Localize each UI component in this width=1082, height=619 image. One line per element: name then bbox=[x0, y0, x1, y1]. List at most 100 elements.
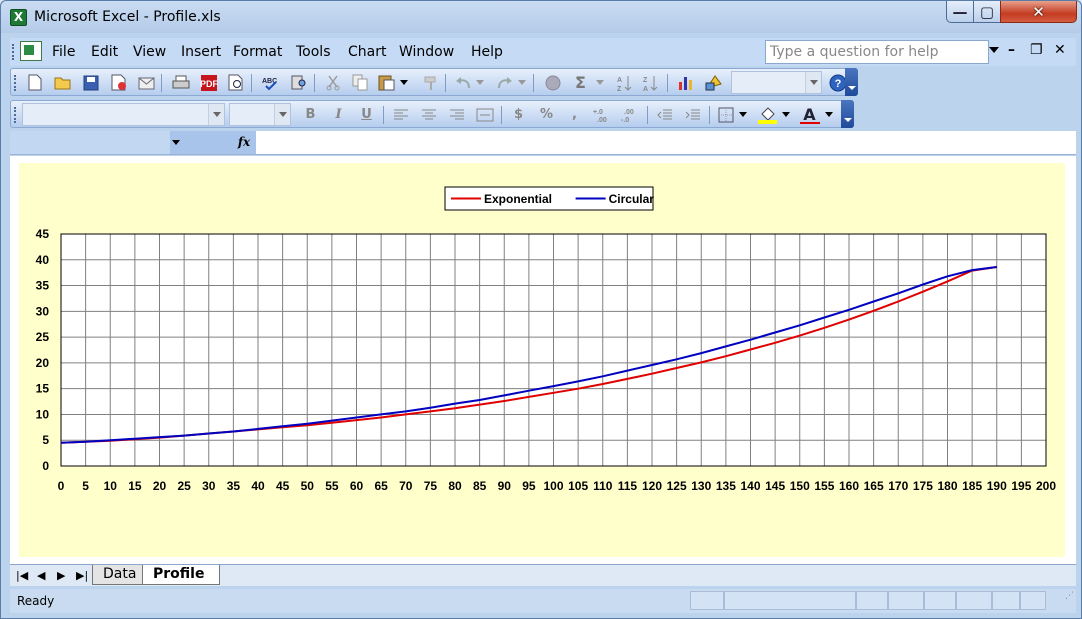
chart-wizard-icon[interactable] bbox=[676, 73, 695, 92]
tab-data[interactable]: Data bbox=[92, 565, 148, 585]
toolbar-grip-icon[interactable] bbox=[14, 75, 17, 91]
chart-grid bbox=[60, 233, 1047, 467]
insert-function-button[interactable]: fx bbox=[232, 131, 256, 154]
italic-button[interactable]: I bbox=[329, 105, 348, 124]
open-icon[interactable] bbox=[53, 73, 72, 92]
help-search-input[interactable]: Type a question for help bbox=[765, 40, 989, 64]
prev-sheet-button[interactable]: ◀ bbox=[37, 569, 45, 582]
minimize-button[interactable]: — bbox=[946, 1, 974, 23]
sort-desc-icon[interactable]: ZA bbox=[641, 73, 660, 92]
font-color-button[interactable]: A bbox=[799, 105, 820, 124]
toolbar-grip-icon[interactable] bbox=[14, 107, 17, 123]
decrease-indent-icon[interactable] bbox=[655, 105, 674, 124]
increase-decimal-text-top: +.0 bbox=[593, 109, 603, 116]
permission-icon[interactable] bbox=[109, 73, 128, 92]
save-icon[interactable] bbox=[81, 73, 100, 92]
y-tick-label: 0 bbox=[42, 459, 49, 473]
chart-legend[interactable]: Exponential Circular bbox=[444, 186, 654, 211]
font-size-box[interactable] bbox=[229, 103, 291, 126]
name-box[interactable] bbox=[10, 131, 170, 154]
paste-dropdown-icon[interactable] bbox=[399, 73, 409, 92]
autosum-dropdown-icon[interactable] bbox=[595, 73, 605, 92]
mdi-restore-icon[interactable]: ❐ bbox=[1030, 42, 1043, 58]
x-tick-label: 200 bbox=[1036, 479, 1056, 493]
font-name-dropdown-icon[interactable] bbox=[208, 104, 224, 125]
menu-format[interactable]: Format bbox=[233, 44, 282, 60]
toolbar-options-icon[interactable] bbox=[841, 100, 854, 128]
menu-file[interactable]: File bbox=[52, 44, 75, 60]
bold-button[interactable]: B bbox=[301, 105, 320, 124]
paste-icon[interactable] bbox=[377, 73, 396, 92]
menu-edit[interactable]: Edit bbox=[91, 44, 118, 60]
menu-chart[interactable]: Chart bbox=[348, 44, 386, 60]
cut-icon[interactable] bbox=[323, 73, 342, 92]
toolbar-separator bbox=[647, 106, 648, 124]
close-button[interactable]: ✕ bbox=[1000, 1, 1077, 23]
percent-button[interactable]: % bbox=[537, 105, 556, 124]
email-icon[interactable] bbox=[137, 73, 156, 92]
last-sheet-button[interactable]: ▶| bbox=[76, 569, 88, 582]
research-icon[interactable] bbox=[289, 73, 308, 92]
sort-asc-icon[interactable]: AZ bbox=[615, 73, 634, 92]
copy-icon[interactable] bbox=[351, 73, 370, 92]
increase-indent-icon[interactable] bbox=[683, 105, 702, 124]
align-right-icon[interactable] bbox=[447, 105, 466, 124]
increase-decimal-icon[interactable]: +.0.00 bbox=[593, 105, 612, 124]
formatting-toolbar: B I U $ % , +.0.00 .00 -.0 A bbox=[10, 100, 854, 128]
align-left-icon[interactable] bbox=[391, 105, 410, 124]
font-size-dropdown-icon[interactable] bbox=[274, 104, 290, 125]
excel-app-icon[interactable]: X bbox=[10, 9, 27, 26]
menu-help[interactable]: Help bbox=[471, 44, 503, 60]
first-sheet-button[interactable]: |◀ bbox=[16, 569, 28, 582]
next-sheet-button[interactable]: ▶ bbox=[57, 569, 65, 582]
print-icon[interactable] bbox=[171, 73, 190, 92]
borders-dropdown-icon[interactable] bbox=[738, 105, 748, 124]
workbook-control-icon[interactable] bbox=[20, 41, 42, 61]
line-chart[interactable]: 0 5 10 15 20 25 30 35 40 45 0 5 10 15 20 25 30 35 40 45 50 5… bbox=[19, 163, 1065, 557]
menu-view[interactable]: View bbox=[133, 44, 166, 60]
undo-dropdown-icon[interactable] bbox=[475, 73, 485, 92]
drawing-icon[interactable] bbox=[704, 73, 723, 92]
zoom-box[interactable] bbox=[731, 71, 822, 94]
menu-grip-icon[interactable] bbox=[12, 44, 15, 60]
new-icon[interactable] bbox=[25, 73, 44, 92]
name-box-dropdown-icon[interactable] bbox=[170, 131, 232, 154]
font-color-dropdown-icon[interactable] bbox=[824, 105, 834, 124]
hyperlink-icon[interactable] bbox=[543, 73, 562, 92]
menu-insert[interactable]: Insert bbox=[181, 44, 221, 60]
print-preview-icon[interactable] bbox=[227, 73, 246, 92]
help-dropdown-icon[interactable] bbox=[989, 47, 999, 53]
spelling-icon[interactable]: ABC bbox=[261, 73, 280, 92]
undo-icon[interactable] bbox=[453, 73, 472, 92]
x-tick-label: 65 bbox=[374, 479, 388, 493]
borders-icon[interactable] bbox=[716, 105, 735, 124]
mdi-minimize-icon[interactable]: – bbox=[1008, 42, 1015, 58]
menu-tools[interactable]: Tools bbox=[296, 44, 331, 60]
fill-color-icon[interactable] bbox=[758, 105, 777, 124]
y-tick-label: 40 bbox=[36, 253, 50, 267]
status-cell bbox=[1020, 591, 1046, 610]
underline-button[interactable]: U bbox=[357, 105, 376, 124]
decrease-decimal-icon[interactable]: .00 -.0 bbox=[621, 105, 640, 124]
mdi-close-icon[interactable]: ✕ bbox=[1054, 42, 1066, 58]
resize-grip-icon[interactable]: ⋰ bbox=[1046, 591, 1074, 610]
align-center-icon[interactable] bbox=[419, 105, 438, 124]
fill-color-dropdown-icon[interactable] bbox=[781, 105, 791, 124]
zoom-dropdown-icon[interactable] bbox=[805, 72, 821, 93]
redo-dropdown-icon[interactable] bbox=[517, 73, 527, 92]
toolbar-options-icon[interactable] bbox=[845, 68, 858, 96]
tab-profile[interactable]: Profile bbox=[142, 565, 220, 585]
format-painter-icon[interactable] bbox=[421, 73, 440, 92]
menu-window[interactable]: Window bbox=[399, 44, 454, 60]
title-bar[interactable]: X Microsoft Excel - Profile.xls — ▢ ✕ bbox=[1, 1, 1081, 33]
redo-icon[interactable] bbox=[495, 73, 514, 92]
font-name-box[interactable] bbox=[22, 103, 225, 126]
autosum-icon[interactable]: Σ bbox=[571, 73, 590, 92]
x-tick-label: 20 bbox=[153, 479, 167, 493]
currency-button[interactable]: $ bbox=[509, 105, 528, 124]
pdf-icon[interactable]: PDF bbox=[199, 73, 218, 92]
merge-center-icon[interactable] bbox=[475, 105, 494, 124]
comma-button[interactable]: , bbox=[565, 105, 584, 124]
chart-area[interactable]: 0 5 10 15 20 25 30 35 40 45 0 5 10 15 20 25 30 35 40 45 50 5… bbox=[19, 163, 1065, 557]
maximize-button[interactable]: ▢ bbox=[973, 1, 1001, 23]
